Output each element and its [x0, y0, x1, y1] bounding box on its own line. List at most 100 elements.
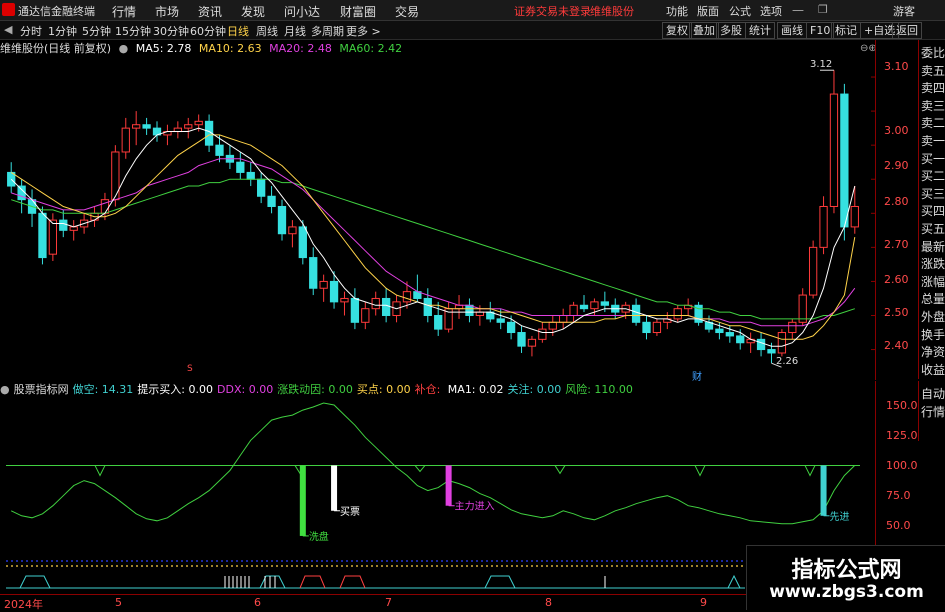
candle-body[interactable] [361, 308, 370, 323]
candle-body[interactable] [850, 205, 859, 228]
candle-body[interactable] [434, 314, 443, 330]
collapse-arrow-icon[interactable]: ◀ [4, 23, 12, 36]
indicator-settings-icon[interactable]: ● [0, 383, 10, 396]
menu-item-faxian[interactable]: 发现 [241, 3, 265, 20]
candle-body[interactable] [329, 280, 339, 303]
period-30min[interactable]: 30分钟 [153, 23, 189, 39]
candle-body[interactable] [100, 199, 110, 214]
auto-button[interactable]: 自动 [921, 385, 945, 402]
candle-body[interactable] [756, 338, 766, 351]
current-stock-notice[interactable]: 维维股份 [590, 3, 634, 19]
candle-body[interactable] [673, 308, 682, 320]
candle-body[interactable] [798, 294, 807, 323]
btn-huaxian[interactable]: 画线 [777, 22, 807, 39]
menu-item-hangqing[interactable]: 行情 [112, 3, 136, 20]
candle-body[interactable] [309, 257, 318, 289]
candle-body[interactable] [590, 301, 599, 310]
candle-body[interactable] [246, 171, 255, 180]
menu-item-caifuquan[interactable]: 财富圈 [340, 3, 376, 20]
menu-item-youke[interactable]: 游客 [893, 3, 915, 19]
candle-body[interactable] [48, 219, 58, 255]
candle-body[interactable] [350, 297, 360, 323]
candle-body[interactable] [777, 332, 787, 354]
candle-body[interactable] [538, 328, 547, 340]
candle-body[interactable] [725, 332, 734, 337]
period-multi[interactable]: 多周期 [311, 23, 344, 39]
candle-body[interactable] [496, 318, 505, 323]
menu-item-banmian[interactable]: 版面 [697, 3, 719, 19]
candle-body[interactable] [808, 246, 818, 296]
candle-body[interactable] [559, 314, 568, 323]
candle-body[interactable] [277, 205, 287, 235]
candle-body[interactable] [402, 291, 412, 303]
candle-body[interactable] [381, 297, 391, 316]
period-weekly[interactable]: 周线 [256, 23, 278, 39]
candle-body[interactable] [652, 321, 662, 334]
candle-body[interactable] [288, 226, 297, 235]
period-daily[interactable]: 日线 [227, 23, 249, 39]
candle-body[interactable] [548, 321, 557, 330]
candle-body[interactable] [819, 205, 828, 248]
finance-marker[interactable]: 财 [692, 368, 702, 383]
restore-icon[interactable]: ❐ [818, 3, 828, 16]
candle-body[interactable] [142, 124, 151, 129]
candle-body[interactable] [215, 144, 224, 156]
menu-item-wenxiaoda[interactable]: 问小达 [284, 3, 320, 20]
candle-body[interactable] [829, 93, 839, 207]
candle-body[interactable] [319, 280, 328, 289]
menu-item-zixun[interactable]: 资讯 [198, 3, 222, 20]
period-60min[interactable]: 60分钟 [190, 23, 226, 39]
btn-biaoji[interactable]: 标记 [831, 22, 861, 39]
candle-body[interactable] [267, 195, 276, 207]
candle-body[interactable] [184, 124, 193, 129]
quote-button[interactable]: 行情 [921, 403, 945, 420]
candle-body[interactable] [423, 297, 432, 316]
btn-tongji[interactable]: 统计 [745, 22, 775, 39]
signal-bar[interactable] [299, 465, 306, 536]
candle-body[interactable] [132, 124, 141, 129]
candle-body[interactable] [465, 304, 474, 316]
candle-body[interactable] [527, 338, 537, 347]
candle-body[interactable] [506, 321, 516, 334]
period-5min[interactable]: 5分钟 [82, 23, 111, 39]
candle-body[interactable] [767, 349, 776, 354]
candle-body[interactable] [371, 297, 380, 310]
candle-body[interactable] [298, 226, 307, 259]
menu-item-jiaoyi[interactable]: 交易 [395, 3, 419, 20]
indicator-chart[interactable]: 洗盘买票 主力进入先进 [0, 396, 875, 594]
menu-item-shichang[interactable]: 市场 [155, 3, 179, 20]
btn-diejia[interactable]: 叠加 [689, 22, 719, 39]
candle-body[interactable] [194, 120, 203, 126]
candle-body[interactable] [569, 304, 578, 316]
candle-body[interactable] [111, 151, 120, 201]
candle-body[interactable] [631, 304, 641, 323]
menu-item-gongneng[interactable]: 功能 [666, 3, 688, 19]
minimize-icon[interactable]: — [792, 3, 804, 17]
candle-body[interactable] [579, 304, 589, 310]
candle-body[interactable] [236, 161, 245, 173]
period-monthly[interactable]: 月线 [284, 23, 306, 39]
candle-body[interactable] [788, 321, 797, 334]
candle-body[interactable] [257, 178, 266, 197]
candle-body[interactable] [340, 297, 349, 303]
btn-fanhui[interactable]: 返回 [892, 22, 922, 39]
candle-body[interactable] [600, 301, 609, 306]
menu-item-gongshi[interactable]: 公式 [729, 3, 751, 19]
candle-body[interactable] [121, 127, 130, 153]
btn-duogu[interactable]: 多股 [716, 22, 746, 39]
candle-body[interactable] [736, 335, 745, 344]
period-15min[interactable]: 15分钟 [115, 23, 151, 39]
candlestick-chart[interactable] [0, 54, 875, 380]
period-more[interactable]: 更多 > [346, 23, 381, 39]
candle-body[interactable] [38, 212, 47, 259]
signal-bar[interactable] [331, 465, 338, 511]
candle-body[interactable] [840, 93, 849, 228]
signal-bar[interactable] [820, 465, 827, 516]
btn-fuquan[interactable]: 复权 [662, 22, 692, 39]
login-status-notice[interactable]: 证券交易未登录 [514, 3, 591, 19]
candle-body[interactable] [642, 321, 651, 334]
menu-item-xuanxiang[interactable]: 选项 [760, 3, 782, 19]
period-1min[interactable]: 1分钟 [48, 23, 77, 39]
candle-body[interactable] [517, 332, 526, 347]
candle-body[interactable] [59, 219, 68, 231]
